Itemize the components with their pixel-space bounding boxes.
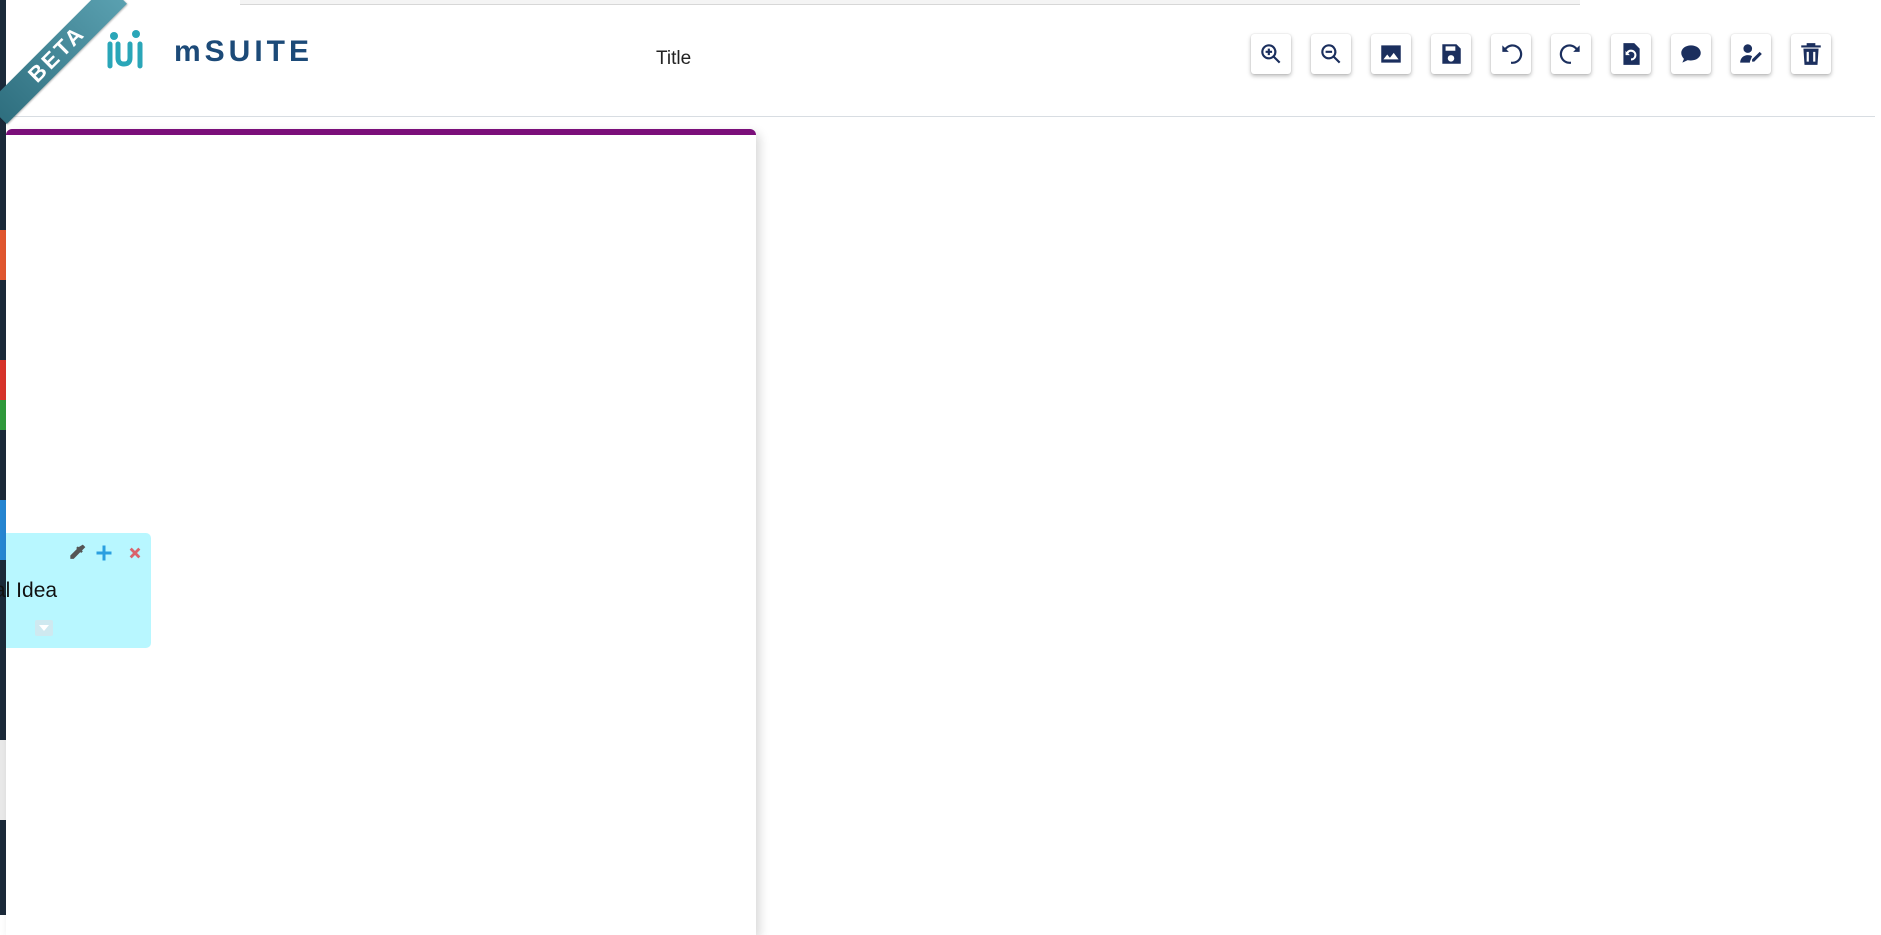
document-title[interactable]: Title bbox=[656, 48, 691, 70]
comment-button[interactable] bbox=[1671, 34, 1711, 74]
close-icon[interactable] bbox=[127, 545, 143, 566]
delete-button[interactable] bbox=[1791, 34, 1831, 74]
browser-top-edge bbox=[240, 0, 1580, 5]
mindmap-canvas-panel[interactable] bbox=[6, 129, 756, 935]
save-icon bbox=[1442, 44, 1461, 64]
node-actions bbox=[59, 543, 143, 568]
zoom-in-button[interactable] bbox=[1251, 34, 1291, 74]
image-button[interactable] bbox=[1371, 34, 1411, 74]
undo-icon bbox=[1502, 44, 1523, 64]
node-text[interactable]: al Idea bbox=[0, 579, 57, 603]
user-edit-icon bbox=[1740, 44, 1762, 63]
trash-icon bbox=[1801, 43, 1821, 65]
logo-people-icon bbox=[107, 30, 143, 69]
file-restore-icon bbox=[1623, 43, 1640, 65]
redo-icon bbox=[1559, 44, 1580, 64]
add-child-icon[interactable] bbox=[95, 544, 113, 567]
zoom-out-button[interactable] bbox=[1311, 34, 1351, 74]
image-icon bbox=[1381, 45, 1401, 63]
brand-name: mSUITE bbox=[174, 35, 314, 68]
save-button[interactable] bbox=[1431, 34, 1471, 74]
color-picker-icon[interactable] bbox=[67, 543, 87, 568]
toolbar bbox=[1251, 34, 1851, 74]
header-divider bbox=[6, 116, 1875, 117]
chevron-down-icon[interactable] bbox=[35, 620, 53, 636]
edit-user-button[interactable] bbox=[1731, 34, 1771, 74]
restore-button[interactable] bbox=[1611, 34, 1651, 74]
undo-button[interactable] bbox=[1491, 34, 1531, 74]
msuite-logo[interactable]: mSUITE bbox=[106, 30, 313, 74]
app-header: BETA mSUITE Title bbox=[0, 0, 1875, 125]
idea-node[interactable]: al Idea bbox=[0, 533, 151, 648]
comment-icon bbox=[1681, 45, 1701, 63]
zoom-in-icon bbox=[1261, 44, 1281, 64]
redo-button[interactable] bbox=[1551, 34, 1591, 74]
zoom-out-icon bbox=[1321, 44, 1341, 64]
